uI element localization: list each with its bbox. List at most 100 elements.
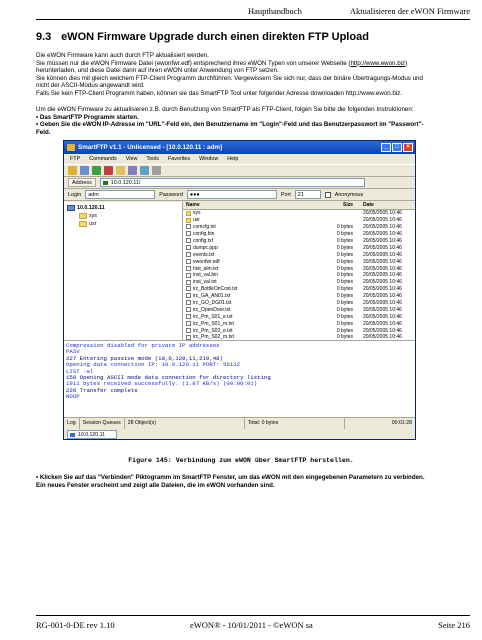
- port-input[interactable]: 21: [294, 190, 321, 199]
- file-row[interactable]: inst_val.txt 0 bytes 20/05/2005 10:46: [183, 279, 415, 286]
- file-size: 0 bytes: [336, 300, 353, 307]
- tree-item-sys[interactable]: sys: [67, 212, 182, 220]
- intro-line: Sie müssen nur die eWON Firmware Datei (…: [36, 60, 466, 68]
- file-row[interactable]: dumpc.ppp 0 bytes 20/05/2005 10:46: [183, 244, 415, 251]
- menu-help[interactable]: Help: [227, 156, 238, 162]
- file-icon: [186, 224, 191, 230]
- step-2-cont: Feld.: [36, 128, 51, 136]
- toolbar: [64, 164, 415, 177]
- browser-panes: 10.0.120.11 sys usr Name Size Date sys 20…: [64, 202, 415, 340]
- column-name[interactable]: Name: [183, 202, 317, 209]
- file-date: 20/05/2005 10:46: [363, 238, 402, 244]
- file-name: sys: [183, 210, 317, 216]
- menu-window[interactable]: Window: [199, 156, 218, 162]
- status-time: 00:01:28: [391, 419, 412, 426]
- folder-icon[interactable]: [116, 166, 125, 175]
- app-icon: [67, 144, 75, 151]
- file-name-text: dumpc.ppp: [193, 244, 218, 251]
- file-row[interactable]: irc_Pm_S01_e.txt 0 bytes 20/05/2005 10:46: [183, 313, 415, 320]
- log-line: NOOP: [66, 393, 80, 401]
- settings-icon[interactable]: [152, 166, 161, 175]
- file-row[interactable]: sys 20/05/2005 10:46: [183, 210, 415, 217]
- file-row[interactable]: irc_OpenDoor.txt 0 bytes 20/05/2005 10:46: [183, 306, 415, 313]
- page-number: Seite 216: [438, 620, 470, 630]
- file-row[interactable]: events.txt 0 bytes 20/05/2005 10:46: [183, 251, 415, 258]
- refresh-icon[interactable]: [92, 166, 101, 175]
- file-date: 20/05/2005 10:46: [363, 293, 402, 300]
- file-name-text: irc_BottleOnCost.txt: [193, 286, 238, 293]
- file-row[interactable]: irc_GO_DG01.txt 0 bytes 20/05/2005 10:46: [183, 300, 415, 307]
- file-row[interactable]: hist_alm.txt 0 bytes 20/05/2005 10:46: [183, 265, 415, 272]
- file-date: 20/05/2005 10:46: [363, 224, 402, 231]
- intro-text: ): [405, 59, 408, 67]
- menu-tools[interactable]: Tools: [146, 156, 159, 162]
- file-row[interactable]: usr 20/05/2005 10:46: [183, 217, 415, 224]
- menu-commands[interactable]: Commands: [89, 156, 117, 162]
- tree-label: usr: [89, 221, 97, 227]
- file-size: 0 bytes: [336, 306, 353, 313]
- file-name-text: inst_val.txt: [193, 279, 217, 286]
- file-name-text: irc_GO_DG01.txt: [193, 300, 232, 307]
- file-icon: [186, 300, 191, 306]
- file-name-text: events.txt: [193, 251, 215, 258]
- menu-ftp[interactable]: FTP: [70, 156, 80, 162]
- column-date[interactable]: Date: [357, 202, 415, 209]
- server-icon: [67, 205, 75, 211]
- minimize-button[interactable]: _: [381, 143, 391, 152]
- file-name: hist_alm.txt: [183, 266, 317, 272]
- file-row[interactable]: ewonfwr.edf 0 bytes 20/05/2005 10:46: [183, 258, 415, 265]
- column-size[interactable]: Size: [317, 202, 357, 209]
- file-name-text: config.txt: [193, 238, 214, 244]
- download-icon[interactable]: [140, 166, 149, 175]
- login-input[interactable]: adm: [85, 190, 156, 199]
- file-row[interactable]: irc_BottleOnCost.txt 0 bytes 20/05/2005 10…: [183, 286, 415, 293]
- tree-item-root[interactable]: 10.0.120.11: [67, 204, 182, 212]
- file-date: 20/05/2005 10:46: [363, 300, 402, 307]
- file-icon: [186, 231, 191, 237]
- file-row[interactable]: config.bin 0 bytes 20/05/2005 10:46: [183, 231, 415, 238]
- ewon-link[interactable]: http://www.ewon.biz: [350, 60, 405, 67]
- file-row[interactable]: config.txt 0 bytes 20/05/2005 10:46: [183, 238, 415, 245]
- password-input[interactable]: ●●●: [186, 190, 277, 199]
- file-row[interactable]: irc_Pm_S02_e.txt 0 bytes 20/05/2005 10:46: [183, 327, 415, 334]
- folder-icon: [79, 213, 87, 219]
- password-label: Password: [159, 191, 183, 198]
- menu-view[interactable]: View: [126, 156, 138, 162]
- file-row[interactable]: inst_val.bin 0 bytes 20/05/2005 10:46: [183, 272, 415, 279]
- file-row[interactable]: irc_Pm_S01_m.txt 0 bytes 20/05/2005 10:46: [183, 320, 415, 327]
- file-row[interactable]: irc_GA_AN01.txt 0 bytes 20/05/2005 10:46: [183, 293, 415, 300]
- file-date: 20/05/2005 10:46: [363, 279, 402, 286]
- step-1: • Das SmartFTP Programm starten.: [36, 113, 139, 121]
- tab-session-queues[interactable]: Session Queues: [80, 417, 125, 429]
- folder-icon: [186, 217, 191, 223]
- status-bar: Log Session Queues 28 Object(s) Total: 0…: [64, 417, 415, 429]
- close-button[interactable]: ×: [403, 143, 413, 152]
- menu-favorites[interactable]: Favorites: [168, 156, 190, 162]
- file-name-text: config.bin: [193, 231, 215, 238]
- tree-item-usr[interactable]: usr: [67, 220, 182, 228]
- file-name: config.txt: [183, 238, 317, 244]
- file-size: 0 bytes: [336, 244, 353, 251]
- file-row[interactable]: comcfg.txt 0 bytes 20/05/2005 10:46: [183, 224, 415, 231]
- disconnect-icon[interactable]: [80, 166, 89, 175]
- maximize-button[interactable]: □: [392, 143, 402, 152]
- file-name: dumpc.ppp: [183, 245, 317, 251]
- file-size: 0 bytes: [336, 320, 353, 327]
- upload-icon[interactable]: [128, 166, 137, 175]
- connection-field[interactable]: 10.0.120.11: [67, 429, 117, 439]
- file-name-text: irc_Pm_S02_e.txt: [193, 327, 233, 334]
- file-date: 20/05/2005 10:46: [363, 286, 402, 293]
- after-line: Ein neues Fenster erscheint und zeigt al…: [36, 481, 275, 489]
- window-titlebar: SmartFTP v1.1 - Unlicensed - [10.0.120.1…: [64, 141, 415, 154]
- address-input[interactable]: 10.0.120.11/: [99, 178, 365, 187]
- file-name-text: sys: [193, 210, 201, 217]
- file-date: 20/05/2005 10:46: [363, 327, 402, 334]
- anonymous-checkbox[interactable]: [324, 191, 331, 198]
- address-label[interactable]: Address: [68, 178, 96, 187]
- connect-icon[interactable]: [68, 166, 77, 175]
- stop-icon[interactable]: [104, 166, 113, 175]
- window-title: SmartFTP v1.1 - Unlicensed - [10.0.120.1…: [78, 144, 223, 151]
- file-name: irc_Pm_S01_e.txt: [183, 314, 317, 320]
- file-size: 0 bytes: [336, 327, 353, 334]
- tab-log[interactable]: Log: [64, 417, 80, 429]
